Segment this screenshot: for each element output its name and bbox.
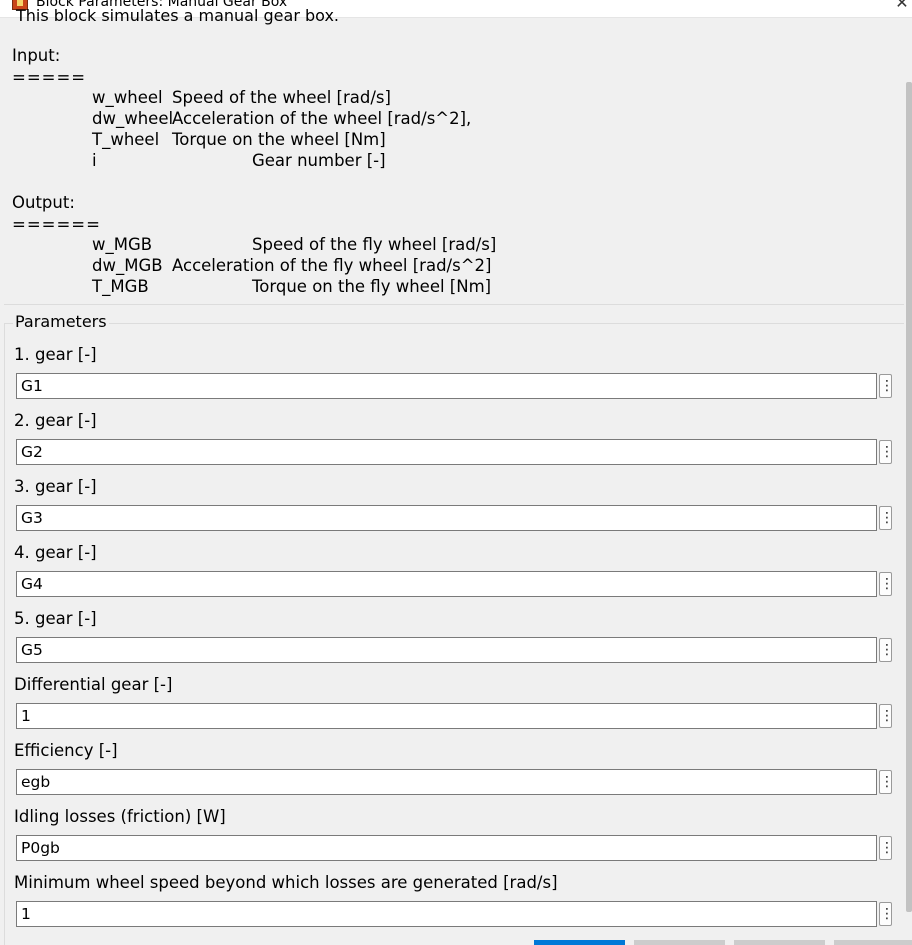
differential-gear-label: Differential gear [-] xyxy=(14,675,173,694)
output-rule: ====== xyxy=(12,215,101,234)
gear-3-label: 3. gear [-] xyxy=(14,477,97,496)
gear-2-input[interactable] xyxy=(16,439,877,465)
cancel-button[interactable] xyxy=(634,940,725,945)
more-options-button[interactable]: ⋮ xyxy=(879,440,894,464)
min-wheel-speed-label: Minimum wheel speed beyond which losses … xyxy=(14,873,558,892)
idling-losses-label: Idling losses (friction) [W] xyxy=(14,807,226,826)
efficiency-input[interactable] xyxy=(16,769,877,795)
more-options-button[interactable]: ⋮ xyxy=(879,704,894,728)
input-desc: Gear number [-] xyxy=(252,151,386,170)
output-header: Output: xyxy=(12,193,75,212)
idling-losses-input[interactable] xyxy=(16,835,877,861)
input-desc: Acceleration of the wheel [rad/s^2], xyxy=(172,109,472,128)
parameters-title: Parameters xyxy=(13,312,109,331)
scrollbar-thumb[interactable] xyxy=(906,82,912,912)
close-icon[interactable]: ✕ xyxy=(892,0,912,18)
gear-5-label: 5. gear [-] xyxy=(14,609,97,628)
more-options-button[interactable]: ⋮ xyxy=(879,638,894,662)
help-button[interactable] xyxy=(734,940,825,945)
output-desc: Torque on the fly wheel [Nm] xyxy=(252,277,492,296)
input-name: T_wheel xyxy=(92,130,160,149)
more-options-button[interactable]: ⋮ xyxy=(879,770,894,794)
description-first-line: This block simulates a manual gear box. xyxy=(16,6,339,25)
gear-3-input[interactable] xyxy=(16,505,877,531)
input-name: w_wheel xyxy=(92,88,163,107)
output-name: T_MGB xyxy=(92,277,149,296)
more-options-button[interactable]: ⋮ xyxy=(879,506,894,530)
apply-button[interactable] xyxy=(834,940,912,945)
ok-button[interactable] xyxy=(534,940,625,945)
gear-4-input[interactable] xyxy=(16,571,877,597)
gear-1-input[interactable] xyxy=(16,373,877,399)
input-desc: Speed of the wheel [rad/s] xyxy=(172,88,391,107)
gear-4-label: 4. gear [-] xyxy=(14,543,97,562)
output-desc: Acceleration of the fly wheel [rad/s^2] xyxy=(172,256,492,275)
output-name: dw_MGB xyxy=(92,256,163,275)
gear-1-label: 1. gear [-] xyxy=(14,345,97,364)
more-options-button[interactable]: ⋮ xyxy=(879,902,894,926)
output-desc: Speed of the fly wheel [rad/s] xyxy=(252,235,497,254)
input-header: Input: xyxy=(12,46,61,65)
gear-5-input[interactable] xyxy=(16,637,877,663)
input-desc: Torque on the wheel [Nm] xyxy=(172,130,386,149)
more-options-button[interactable]: ⋮ xyxy=(879,572,894,596)
input-rule: ===== xyxy=(12,68,87,87)
min-wheel-speed-input[interactable] xyxy=(16,901,877,927)
input-name: dw_wheel xyxy=(92,109,174,128)
output-name: w_MGB xyxy=(92,235,153,254)
gear-2-label: 2. gear [-] xyxy=(14,411,97,430)
more-options-button[interactable]: ⋮ xyxy=(879,374,894,398)
block-description: This block simulates a manual gear box. … xyxy=(4,6,904,305)
efficiency-label: Efficiency [-] xyxy=(14,741,118,760)
more-options-button[interactable]: ⋮ xyxy=(879,836,894,860)
input-name: i xyxy=(92,151,97,170)
vertical-scrollbar[interactable] xyxy=(904,18,912,945)
differential-gear-input[interactable] xyxy=(16,703,877,729)
